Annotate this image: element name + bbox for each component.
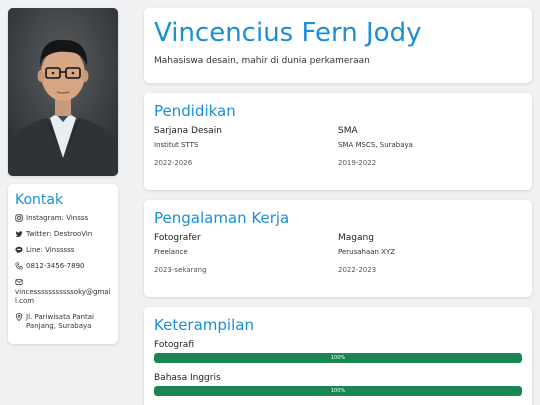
contact-twitter[interactable]: Twitter: DestrooVin — [15, 230, 111, 239]
experience-section: Pengalaman Kerja Fotografer Freelance 20… — [144, 200, 532, 297]
education-entry: SMA SMA MSCS, Surabaya 2019-2022 — [338, 126, 522, 167]
profile-tagline: Mahasiswa desain, mahir di dunia perkame… — [154, 56, 370, 66]
profile-header: Vincencius Fern Jody Mahasiswa desain, m… — [144, 8, 532, 83]
experience-years: 2022-2023 — [338, 266, 377, 274]
experience-entry: Magang Perusahaan XYZ 2022-2023 — [338, 233, 522, 274]
education-degree: SMA — [338, 126, 358, 136]
contact-twitter-text: Twitter: DestrooVin — [26, 230, 93, 238]
skills-section: Keterampilan Fotografi 100% Bahasa Inggr… — [144, 307, 532, 405]
envelope-icon — [15, 279, 23, 285]
twitter-icon — [15, 231, 23, 237]
contact-card: Kontak Instagram: Vinsss Twitter: Destro… — [8, 184, 118, 344]
portrait-image — [8, 8, 118, 176]
skill-name: Fotografi — [154, 340, 194, 350]
phone-icon — [15, 262, 23, 270]
skill-name: Bahasa Inggris — [154, 373, 221, 383]
skill-progress-bar: 100% — [154, 386, 522, 396]
education-section: Pendidikan Sarjana Desain Institut STTS … — [144, 93, 532, 190]
contact-instagram[interactable]: Instagram: Vinsss — [15, 214, 111, 223]
experience-title: Pengalaman Kerja — [154, 209, 290, 227]
contact-phone[interactable]: 0812-3456-7890 — [15, 262, 111, 271]
education-title: Pendidikan — [154, 102, 236, 120]
education-entry: Sarjana Desain Institut STTS 2022-2026 — [154, 126, 338, 167]
education-school: SMA MSCS, Surabaya — [338, 141, 413, 149]
map-pin-icon — [15, 313, 23, 321]
skills-title: Keterampilan — [154, 316, 254, 334]
contact-email-text: vincesssssssssssoky@gmail.com — [15, 288, 111, 305]
experience-role: Magang — [338, 233, 374, 243]
contact-address-text: Jl. Pariwisata Pantai Panjang, Surabaya — [26, 313, 94, 330]
instagram-icon — [15, 214, 23, 222]
profile-photo — [8, 8, 118, 176]
skill-progress-bar: 100% — [154, 353, 522, 363]
contact-title: Kontak — [15, 192, 64, 208]
contact-phone-text: 0812-3456-7890 — [26, 262, 85, 270]
experience-years: 2023-sekarang — [154, 266, 207, 274]
experience-role: Fotografer — [154, 233, 201, 243]
education-degree: Sarjana Desain — [154, 126, 222, 136]
skill-progress-fill: 100% — [154, 353, 522, 363]
education-years: 2019-2022 — [338, 159, 377, 167]
experience-company: Perusahaan XYZ — [338, 248, 396, 256]
experience-entry: Fotografer Freelance 2023-sekarang — [154, 233, 338, 274]
experience-company: Freelance — [154, 248, 188, 256]
education-school: Institut STTS — [154, 141, 199, 149]
line-chat-icon — [15, 246, 23, 254]
profile-name: Vincencius Fern Jody — [154, 18, 422, 48]
contact-address: Jl. Pariwisata Pantai Panjang, Surabaya — [15, 313, 111, 331]
education-years: 2022-2026 — [154, 159, 193, 167]
contact-line-text: Line: Vinsssss — [26, 246, 75, 254]
contact-email[interactable]: vincesssssssssssoky@gmail.com — [15, 278, 111, 306]
skill-progress-fill: 100% — [154, 386, 522, 396]
contact-instagram-text: Instagram: Vinsss — [26, 214, 89, 222]
contact-line[interactable]: Line: Vinsssss — [15, 246, 111, 255]
